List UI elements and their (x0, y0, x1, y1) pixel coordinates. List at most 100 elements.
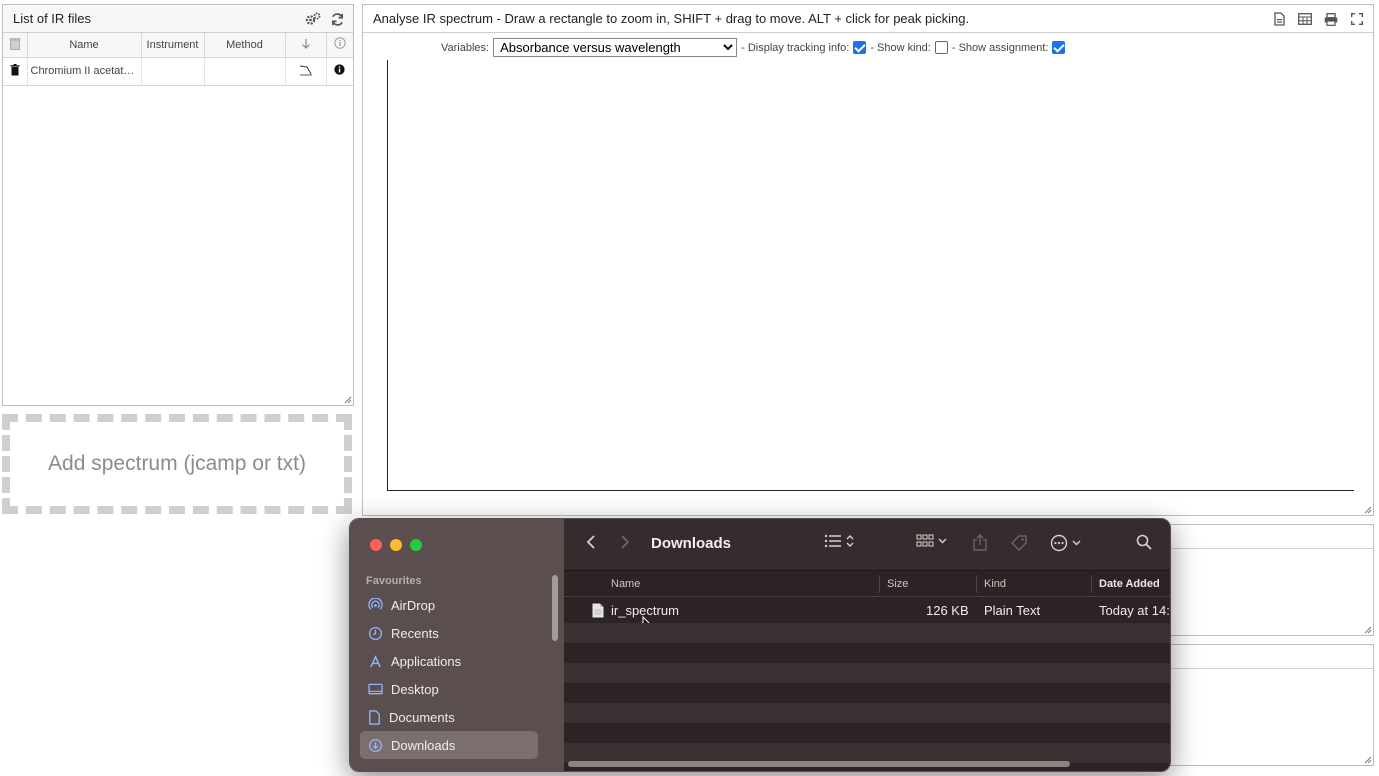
empty-row (564, 623, 1170, 643)
panel-resize-grip-icon[interactable] (343, 395, 352, 404)
variables-select[interactable]: Absorbance versus wavelength (493, 38, 738, 57)
variables-label: Variables: (441, 41, 490, 54)
finder-content: Downloads Name Size Kind Date Added ir_s… (564, 519, 1170, 771)
window-controls (370, 539, 422, 551)
file-info-icon[interactable] (326, 57, 353, 86)
document-icon (369, 709, 380, 725)
column-header-instrument[interactable]: Instrument (141, 33, 205, 58)
sidebar-item-airdrop[interactable]: AirDrop (360, 591, 538, 619)
sidebar-item-desktop[interactable]: Desktop (360, 675, 538, 703)
show-assignment-label: - Show assignment: (951, 41, 1049, 54)
show-kind-checkbox[interactable] (934, 41, 948, 54)
tracking-info-checkbox[interactable] (853, 41, 867, 54)
file-kind: Plain Text (984, 603, 1041, 618)
refresh-icon[interactable] (329, 11, 345, 27)
add-spectrum-label: Add spectrum (jcamp or txt) (48, 452, 306, 475)
list-view-icon (824, 534, 841, 548)
ir-files-panel-title: List of IR files (13, 11, 92, 26)
sidebar-item-applications[interactable]: Applications (360, 647, 538, 675)
background-panel (1168, 644, 1374, 766)
column-header-size[interactable]: Size (887, 578, 908, 590)
minimize-window-button[interactable] (390, 539, 402, 551)
text-file-icon (592, 603, 604, 618)
finder-toolbar: Downloads (564, 519, 1170, 571)
chevron-updown-icon (846, 535, 854, 547)
ir-files-table: Name Instrument Method Chromium II aceta… (3, 33, 353, 86)
sidebar-item-label: Documents (389, 709, 455, 725)
list-view-button[interactable] (824, 534, 854, 548)
analyse-spectrum-panel: Analyse IR spectrum - Draw a rectangle t… (362, 4, 1374, 516)
column-header-method[interactable]: Method (204, 33, 286, 58)
tracking-info-label: - Display tracking info: (741, 41, 850, 54)
info-header-icon[interactable] (326, 33, 353, 58)
sidebar-item-recents[interactable]: Recents (360, 619, 538, 647)
show-kind-label: - Show kind: (870, 41, 931, 54)
ellipsis-circle-icon (1050, 534, 1068, 552)
more-actions-button[interactable] (1050, 534, 1081, 552)
sidebar-item-label: Downloads (391, 737, 456, 753)
background-panel (1168, 524, 1374, 636)
export-file-icon[interactable] (1271, 11, 1287, 27)
analyse-panel-header: Analyse IR spectrum - Draw a rectangle t… (363, 5, 1373, 33)
ir-files-panel-header: List of IR files (3, 5, 353, 33)
sidebar-item-label: AirDrop (391, 597, 436, 613)
table-header-row: Name Instrument Method (3, 33, 353, 58)
background-panel-header (1169, 525, 1373, 549)
sidebar-item-documents[interactable]: Documents (360, 703, 538, 731)
gears-icon[interactable] (305, 11, 321, 27)
finder-sidebar: Favourites AirDrop Recents Applications … (350, 519, 564, 771)
search-icon[interactable] (1136, 534, 1152, 550)
spectrum-plot-area[interactable] (387, 60, 1354, 491)
downloads-icon (368, 738, 383, 752)
file-row[interactable]: ir_spectrum 126 KB Plain Text Today at 1… (564, 597, 1170, 634)
grid-group-icon (916, 534, 934, 547)
empty-row (564, 703, 1170, 723)
airdrop-icon (368, 597, 383, 610)
finder-folder-title: Downloads (651, 535, 732, 552)
group-button[interactable] (916, 534, 947, 548)
print-icon[interactable] (1323, 11, 1339, 27)
select-all-delete-icon[interactable] (3, 33, 28, 58)
empty-row (564, 683, 1170, 703)
sidebar-item-label: Recents (391, 625, 439, 641)
forward-chevron-icon[interactable] (620, 534, 630, 550)
file-instrument-cell (141, 57, 205, 86)
sidebar-item-downloads[interactable]: Downloads (360, 731, 538, 759)
empty-row (564, 663, 1170, 683)
zoom-window-button[interactable] (410, 539, 422, 551)
applications-icon (370, 654, 381, 667)
panel-resize-grip-icon[interactable] (1363, 625, 1372, 634)
sidebar-scrollbar[interactable] (552, 575, 558, 641)
share-icon[interactable] (972, 534, 988, 552)
table-view-icon[interactable] (1297, 11, 1313, 27)
analyse-panel-title: Analyse IR spectrum - Draw a rectangle t… (373, 11, 970, 26)
show-assignment-checkbox[interactable] (1052, 41, 1066, 54)
column-header-date-added[interactable]: Date Added (1099, 578, 1160, 590)
column-header-name[interactable]: Name (611, 578, 640, 590)
table-row[interactable]: Chromium II acetate... (3, 57, 353, 86)
column-header-name[interactable]: Name (27, 33, 142, 58)
empty-row (564, 743, 1170, 763)
favourites-section-label: Favourites (366, 575, 422, 587)
sidebar-item-label: Desktop (391, 681, 439, 697)
chevron-down-icon (938, 538, 947, 544)
column-header-kind[interactable]: Kind (984, 578, 1006, 590)
panel-resize-grip-icon[interactable] (1363, 505, 1372, 514)
sort-arrow-icon[interactable] (285, 33, 327, 58)
add-spectrum-dropzone[interactable]: Add spectrum (jcamp or txt) (2, 414, 352, 514)
back-chevron-icon[interactable] (586, 534, 596, 550)
background-panel-header (1169, 645, 1373, 669)
tag-icon[interactable] (1010, 534, 1028, 552)
file-date-added: Today at 14: (1099, 603, 1170, 618)
empty-row (564, 723, 1170, 743)
fullscreen-icon[interactable] (1349, 11, 1365, 27)
file-name-cell[interactable]: Chromium II acetate... (27, 57, 142, 86)
delete-row-trash-icon[interactable] (3, 57, 28, 86)
file-size: 126 KB (926, 603, 969, 618)
horizontal-scrollbar[interactable] (568, 761, 1070, 767)
close-window-button[interactable] (370, 539, 382, 551)
spectrum-controls: Variables: Absorbance versus wavelength … (441, 38, 1066, 57)
file-method-cell (204, 57, 286, 86)
panel-resize-grip-icon[interactable] (1363, 755, 1372, 764)
finder-column-headers: Name Size Kind Date Added (564, 571, 1170, 597)
